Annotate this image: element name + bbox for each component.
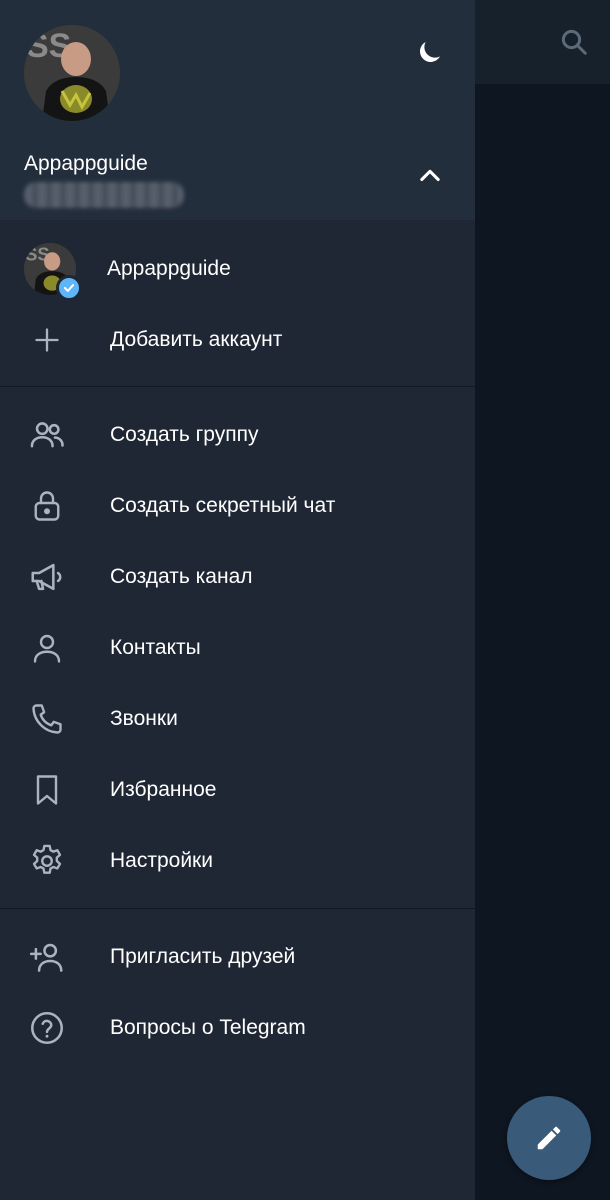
compose-button[interactable] [507,1096,591,1180]
menu-item-label: Звонки [110,707,178,730]
menu-item-label: Создать канал [110,565,253,588]
account-name: Appappguide [107,257,231,280]
lock-icon [28,487,66,525]
night-mode-toggle[interactable] [408,30,452,74]
menu-item-settings[interactable]: Настройки [0,826,475,896]
menu-item-contacts[interactable]: Контакты [0,613,475,683]
menu-item-secret-chat[interactable]: Создать секретный чат [0,471,475,541]
check-icon [56,275,82,301]
gear-icon [28,842,66,880]
menu-item-calls[interactable]: Звонки [0,684,475,754]
menu-item-label: Создать группу [110,423,259,446]
menu-item-label: Вопросы о Telegram [110,1016,306,1039]
plus-icon [28,321,66,359]
menu-item-new-group[interactable]: Создать группу [0,400,475,470]
menu-item-saved-messages[interactable]: Избранное [0,755,475,825]
profile-phone-redacted [24,182,184,208]
menu-item-new-channel[interactable]: Создать канал [0,542,475,612]
account-item[interactable]: SS Appappguide [0,233,475,305]
menu-item-label: Создать секретный чат [110,494,336,517]
menu-item-label: Избранное [110,778,217,801]
pencil-icon [537,1126,561,1150]
menu-item-telegram-faq[interactable]: Вопросы о Telegram [0,993,475,1063]
divider [0,386,475,387]
question-icon [28,1009,66,1047]
bookmark-icon [28,771,66,809]
add-account-label: Добавить аккаунт [110,328,283,351]
megaphone-icon [28,558,66,596]
divider [0,908,475,909]
menu-item-invite-friends[interactable]: Пригласить друзей [0,922,475,992]
menu-item-label: Контакты [110,636,201,659]
chevron-up-icon [420,169,440,182]
drawer-header: SS Appappguide [0,0,475,220]
accounts-collapse-button[interactable] [410,156,450,196]
add-person-icon [28,938,66,976]
add-account-button[interactable]: Добавить аккаунт [0,305,475,375]
person-icon [28,629,66,667]
search-icon[interactable] [556,24,592,60]
moon-icon [420,42,440,62]
menu-item-label: Настройки [110,849,213,872]
profile-name: Appappguide [24,152,148,175]
group-icon [28,416,66,454]
phone-icon [28,700,66,738]
navigation-drawer: SS Appappguide SS Appappguide Добавить а… [0,0,475,1200]
menu-item-label: Пригласить друзей [110,945,296,968]
profile-avatar[interactable]: SS [24,25,120,121]
